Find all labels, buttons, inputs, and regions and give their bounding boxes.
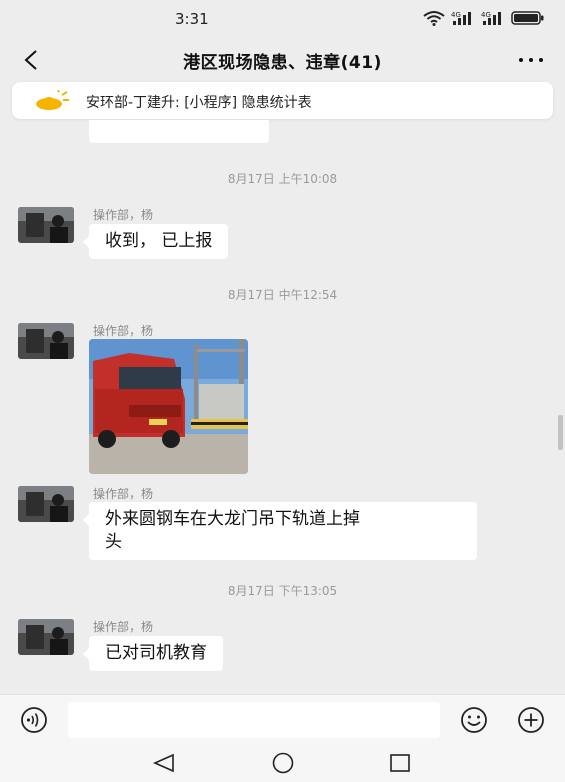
emoji-icon[interactable] [455, 706, 493, 734]
battery-icon [511, 11, 544, 25]
wifi-icon [423, 11, 445, 26]
message-timestamp: 8月17日 上午10:08 [227, 172, 338, 186]
avatar-photo [18, 486, 74, 522]
avatar[interactable] [18, 619, 74, 655]
weather-sun-icon [36, 90, 69, 110]
scrollbar-thumb[interactable] [558, 415, 563, 450]
message-timestamp: 8月17日 下午13:05 [227, 584, 338, 598]
message-image[interactable] [89, 339, 248, 474]
message-text: 已对司机教育 [105, 643, 207, 663]
back-triangle-icon[interactable] [151, 752, 177, 774]
message-text: 收到， 已上报 [105, 231, 213, 251]
plus-icon[interactable] [512, 706, 550, 734]
chat-header: 港区现场隐患、违章(41) [0, 40, 565, 80]
status-icons: 4G 4G [423, 10, 545, 26]
voice-icon[interactable] [16, 706, 52, 734]
pinned-notice-text: 安环部-丁建升: [小程序] 隐患统计表 [86, 95, 312, 111]
message-timestamp: 8月17日 中午12:54 [227, 288, 338, 302]
message-input[interactable] [68, 702, 440, 738]
sender-name: 操作部，杨 [93, 487, 154, 501]
signal-label: 4G [451, 11, 461, 19]
avatar-photo [18, 323, 74, 359]
signal-icon: 4G [451, 11, 471, 25]
sender-name: 操作部，杨 [93, 324, 154, 338]
message-list[interactable]: 8月17日 上午10:08 操作部，杨 收到， 已上报 8月17日 中午12:5… [0, 120, 565, 694]
sender-name: 操作部，杨 [93, 208, 154, 222]
recents-square-icon[interactable] [388, 753, 412, 773]
system-nav-bar [0, 744, 565, 782]
avatar[interactable] [18, 207, 74, 243]
avatar-photo [18, 619, 74, 655]
signal-icon: 4G [481, 11, 501, 25]
message-text: 外来圆钢车在大龙门吊下轨道上掉 [105, 509, 360, 529]
message-bubble[interactable]: 收到， 已上报 [82, 224, 229, 259]
sender-name: 操作部，杨 [93, 620, 154, 634]
status-bar: 3:31 4G 4G [0, 0, 565, 40]
more-icon[interactable] [515, 48, 547, 72]
pinned-notice[interactable]: 安环部-丁建升: [小程序] 隐患统计表 [12, 82, 553, 119]
status-time: 3:31 [175, 10, 209, 28]
message-bubble[interactable] [89, 120, 269, 143]
message-bubble[interactable]: 外来圆钢车在大龙门吊下轨道上掉 头 [83, 502, 477, 560]
photo-icon [89, 339, 248, 474]
page-title: 港区现场隐患、违章(41) [183, 53, 382, 73]
message-bubble[interactable]: 已对司机教育 [83, 636, 223, 671]
avatar[interactable] [18, 323, 74, 359]
input-bar [0, 694, 565, 744]
message-text: 头 [105, 532, 122, 552]
signal-label: 4G [481, 11, 491, 19]
home-circle-icon[interactable] [269, 752, 297, 774]
avatar[interactable] [18, 486, 74, 522]
avatar-photo [18, 207, 74, 243]
